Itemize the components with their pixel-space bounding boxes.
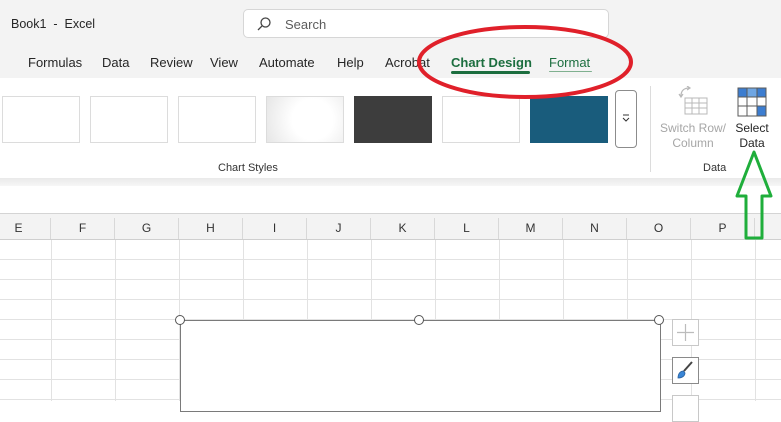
chart-style-1[interactable] bbox=[2, 96, 80, 143]
search-placeholder: Search bbox=[285, 17, 327, 32]
search-icon bbox=[257, 17, 271, 31]
chart-styles-button[interactable] bbox=[672, 357, 699, 384]
chart-style-3[interactable] bbox=[178, 96, 256, 143]
resize-handle[interactable] bbox=[654, 315, 664, 325]
column-header[interactable]: O bbox=[627, 218, 691, 239]
active-tab-indicator bbox=[451, 71, 530, 74]
chart-styles-more-button[interactable] bbox=[615, 90, 637, 148]
title-bar: Book1 - Excel Search bbox=[0, 0, 781, 48]
chart-style-2[interactable] bbox=[90, 96, 168, 143]
tab-view[interactable]: View bbox=[210, 55, 238, 70]
tab-automate[interactable]: Automate bbox=[259, 55, 315, 70]
tab-format[interactable]: Format bbox=[549, 55, 590, 70]
column-headers: E F G H I J K L M N O P bbox=[0, 218, 781, 240]
ribbon-tab-bar: rt Formulas Data Review View Automate He… bbox=[0, 48, 781, 78]
column-header[interactable]: E bbox=[0, 218, 51, 239]
column-header[interactable]: I bbox=[243, 218, 307, 239]
formula-bar[interactable] bbox=[0, 186, 781, 214]
resize-handle[interactable] bbox=[175, 315, 185, 325]
plus-icon bbox=[677, 324, 694, 341]
column-header[interactable]: J bbox=[307, 218, 371, 239]
more-styles-icon bbox=[622, 114, 630, 122]
select-data-icon bbox=[737, 87, 767, 117]
switch-row-column-icon bbox=[678, 86, 708, 115]
tab-data[interactable]: Data bbox=[102, 55, 129, 70]
chart-style-4[interactable] bbox=[266, 96, 344, 143]
data-group-label: Data bbox=[703, 162, 727, 174]
chart-filters-button[interactable] bbox=[672, 395, 699, 422]
switch-row-column-label-line1: Switch Row/ bbox=[659, 121, 727, 135]
column-header[interactable]: N bbox=[563, 218, 627, 239]
tab-review[interactable]: Review bbox=[150, 55, 193, 70]
ribbon-shadow bbox=[0, 178, 781, 186]
select-data-label-line1: Select bbox=[735, 121, 769, 135]
tab-chart-design[interactable]: Chart Design bbox=[451, 55, 532, 70]
chart-styles-group-label: Chart Styles bbox=[218, 162, 278, 174]
chart-style-6[interactable] bbox=[442, 96, 520, 143]
tab-formulas[interactable]: Formulas bbox=[28, 55, 82, 70]
column-header[interactable]: L bbox=[435, 218, 499, 239]
column-header[interactable]: G bbox=[115, 218, 179, 239]
column-header[interactable]: F bbox=[51, 218, 115, 239]
tab-acrobat[interactable]: Acrobat bbox=[385, 55, 430, 70]
chart-style-7[interactable] bbox=[530, 96, 608, 143]
group-separator bbox=[650, 86, 651, 172]
search-box[interactable]: Search bbox=[243, 9, 609, 38]
column-header[interactable]: M bbox=[499, 218, 563, 239]
select-data-label-line2: Data bbox=[739, 136, 765, 150]
tab-help[interactable]: Help bbox=[337, 55, 364, 70]
switch-row-column-label-line2: Column bbox=[672, 136, 714, 150]
format-tab-indicator bbox=[549, 71, 592, 72]
chart-style-5[interactable] bbox=[354, 96, 432, 143]
column-header[interactable]: P bbox=[691, 218, 755, 239]
window-title: Book1 - Excel bbox=[11, 17, 96, 31]
ribbon-panel: Chart Styles Switch Row/ Column Select D… bbox=[0, 78, 781, 179]
column-header[interactable]: K bbox=[371, 218, 435, 239]
column-header[interactable]: H bbox=[179, 218, 243, 239]
resize-handle[interactable] bbox=[414, 315, 424, 325]
paintbrush-icon bbox=[677, 361, 693, 379]
chart-elements-button[interactable] bbox=[672, 319, 699, 346]
chart-area[interactable] bbox=[180, 320, 661, 412]
